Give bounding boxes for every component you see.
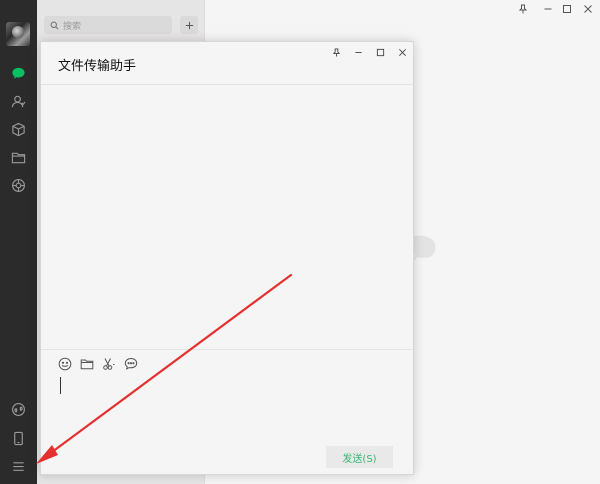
window-pin-button[interactable] [329, 46, 343, 58]
chat-history-button[interactable] [123, 356, 139, 372]
avatar[interactable] [6, 22, 30, 46]
window-close-button[interactable] [395, 46, 409, 58]
title-divider [41, 84, 413, 85]
emoji-icon [58, 357, 72, 371]
chat-history-icon [124, 357, 138, 370]
contacts-icon[interactable] [8, 91, 28, 111]
search-placeholder: 搜索 [63, 21, 82, 32]
favorites-icon[interactable] [8, 119, 28, 139]
emoji-button[interactable] [57, 356, 73, 372]
chat-window: 文件传输助手 发送(S) [40, 41, 414, 475]
menu-icon[interactable] [8, 456, 28, 476]
wechat-watermark-icon [411, 235, 436, 263]
send-button[interactable]: 发送(S) [326, 446, 393, 468]
folder-icon [80, 359, 94, 370]
phone-icon[interactable] [8, 428, 28, 448]
folder-icon[interactable] [8, 147, 28, 167]
send-file-button[interactable] [79, 356, 95, 372]
pin-button[interactable] [516, 3, 530, 15]
maximize-button[interactable] [560, 3, 574, 15]
moments-icon[interactable] [8, 175, 28, 195]
minimize-icon [354, 51, 362, 53]
plus-icon [185, 21, 193, 29]
pin-icon [332, 47, 340, 57]
left-nav-bar [0, 0, 37, 484]
close-icon [584, 5, 592, 13]
miniprogram-icon[interactable] [8, 399, 28, 419]
pin-icon [518, 4, 528, 14]
screenshot-button[interactable] [101, 356, 117, 372]
chat-title: 文件传输助手 [58, 59, 137, 74]
input-divider [41, 349, 413, 350]
close-button[interactable] [581, 3, 595, 15]
search-input[interactable]: 搜索 [44, 16, 172, 34]
maximize-icon [376, 48, 384, 56]
scissors-icon [103, 358, 115, 370]
search-icon [50, 21, 59, 29]
minimize-icon [544, 8, 552, 10]
chat-icon[interactable] [8, 63, 28, 83]
window-maximize-button[interactable] [373, 46, 387, 58]
minimize-button[interactable] [541, 3, 555, 15]
close-icon [398, 48, 406, 56]
maximize-icon [563, 5, 571, 13]
message-input[interactable] [60, 377, 61, 394]
add-chat-button[interactable] [180, 16, 198, 34]
window-minimize-button[interactable] [351, 46, 365, 58]
